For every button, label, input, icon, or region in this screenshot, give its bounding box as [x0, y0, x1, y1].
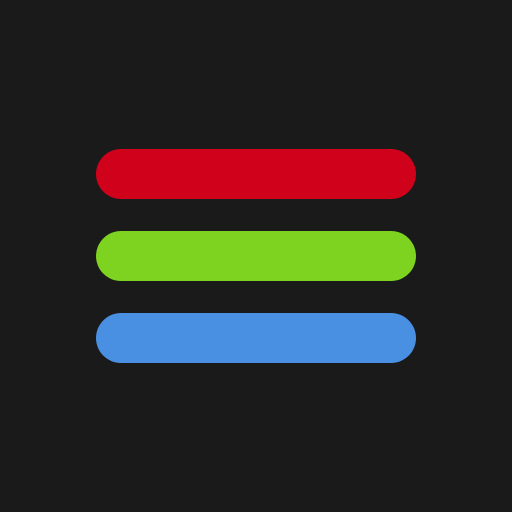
- menu-bar-bottom: [96, 313, 416, 363]
- menu-bar-middle: [96, 231, 416, 281]
- app-icon-canvas: [0, 0, 512, 512]
- menu-bar-top: [96, 149, 416, 199]
- hamburger-menu-icon[interactable]: [96, 149, 416, 363]
